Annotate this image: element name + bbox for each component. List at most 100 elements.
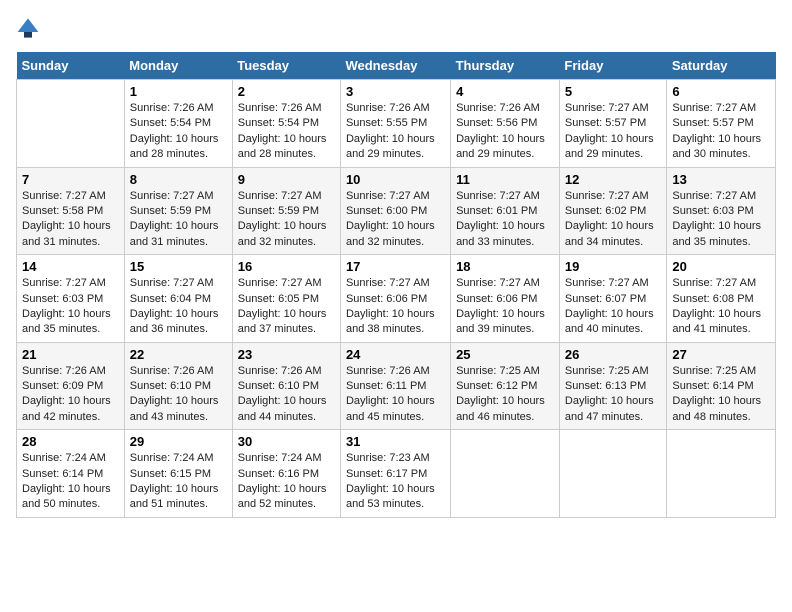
day-number: 15 [130,259,227,274]
day-info: Sunrise: 7:23 AM [346,451,445,466]
day-number: 3 [346,84,445,99]
day-number: 18 [456,259,554,274]
day-number: 28 [22,434,119,449]
day-info: Sunrise: 7:26 AM [238,364,335,379]
day-info: Sunset: 6:02 PM [565,204,661,219]
day-info: Sunrise: 7:27 AM [346,189,445,204]
day-info: Sunrise: 7:27 AM [346,276,445,291]
calendar-cell: 7Sunrise: 7:27 AMSunset: 5:58 PMDaylight… [17,167,125,255]
day-info: Sunset: 5:59 PM [130,204,227,219]
day-info: Sunset: 6:17 PM [346,467,445,482]
day-number: 21 [22,347,119,362]
day-info: Sunrise: 7:27 AM [565,189,661,204]
day-number: 19 [565,259,661,274]
calendar-week-row: 14Sunrise: 7:27 AMSunset: 6:03 PMDayligh… [17,255,776,343]
weekday-header-monday: Monday [124,52,232,80]
day-info: Sunrise: 7:24 AM [22,451,119,466]
calendar-cell: 10Sunrise: 7:27 AMSunset: 6:00 PMDayligh… [340,167,450,255]
calendar-cell: 27Sunrise: 7:25 AMSunset: 6:14 PMDayligh… [667,342,776,430]
calendar-cell: 14Sunrise: 7:27 AMSunset: 6:03 PMDayligh… [17,255,125,343]
day-info: Daylight: 10 hours and 32 minutes. [238,219,335,250]
day-info: Sunset: 6:14 PM [672,379,770,394]
day-info: Daylight: 10 hours and 29 minutes. [565,132,661,163]
day-info: Sunset: 6:16 PM [238,467,335,482]
day-info: Daylight: 10 hours and 28 minutes. [238,132,335,163]
day-number: 6 [672,84,770,99]
day-info: Sunrise: 7:27 AM [672,276,770,291]
day-info: Sunset: 5:57 PM [672,116,770,131]
page-header [16,16,776,40]
day-info: Sunset: 5:57 PM [565,116,661,131]
day-info: Sunrise: 7:27 AM [238,189,335,204]
day-info: Sunset: 5:59 PM [238,204,335,219]
day-info: Daylight: 10 hours and 32 minutes. [346,219,445,250]
day-info: Daylight: 10 hours and 43 minutes. [130,394,227,425]
day-info: Daylight: 10 hours and 40 minutes. [565,307,661,338]
calendar-cell: 15Sunrise: 7:27 AMSunset: 6:04 PMDayligh… [124,255,232,343]
day-info: Sunset: 6:10 PM [238,379,335,394]
calendar-cell: 18Sunrise: 7:27 AMSunset: 6:06 PMDayligh… [451,255,560,343]
day-info: Sunrise: 7:24 AM [238,451,335,466]
day-info: Sunset: 6:07 PM [565,292,661,307]
day-number: 4 [456,84,554,99]
calendar-cell: 21Sunrise: 7:26 AMSunset: 6:09 PMDayligh… [17,342,125,430]
weekday-header-tuesday: Tuesday [232,52,340,80]
calendar-cell: 4Sunrise: 7:26 AMSunset: 5:56 PMDaylight… [451,80,560,168]
day-info: Daylight: 10 hours and 35 minutes. [672,219,770,250]
day-info: Daylight: 10 hours and 50 minutes. [22,482,119,513]
day-info: Daylight: 10 hours and 31 minutes. [22,219,119,250]
day-info: Sunset: 6:11 PM [346,379,445,394]
day-info: Sunrise: 7:27 AM [22,189,119,204]
day-info: Sunset: 6:00 PM [346,204,445,219]
day-info: Sunset: 6:14 PM [22,467,119,482]
day-info: Sunset: 5:54 PM [238,116,335,131]
day-info: Daylight: 10 hours and 46 minutes. [456,394,554,425]
logo-icon [16,16,40,40]
day-number: 13 [672,172,770,187]
calendar-cell: 9 Sunrise: 7:27 AMSunset: 5:59 PMDaylight… [232,167,340,255]
day-info: Sunrise: 7:27 AM [456,189,554,204]
weekday-header-friday: Friday [559,52,666,80]
day-number: 23 [238,347,335,362]
day-info: Daylight: 10 hours and 39 minutes. [456,307,554,338]
day-info: Sunrise: 7:26 AM [130,364,227,379]
day-number: 2 [238,84,335,99]
day-info: Sunrise: 7:25 AM [456,364,554,379]
day-number: 31 [346,434,445,449]
day-info: Daylight: 10 hours and 44 minutes. [238,394,335,425]
day-info: Sunrise: 7:26 AM [346,101,445,116]
day-number: 25 [456,347,554,362]
day-info: Sunrise: 7:27 AM [456,276,554,291]
day-info: Daylight: 10 hours and 28 minutes. [130,132,227,163]
day-info: Daylight: 10 hours and 48 minutes. [672,394,770,425]
day-info: Sunrise: 7:27 AM [130,189,227,204]
calendar-cell: 29Sunrise: 7:24 AMSunset: 6:15 PMDayligh… [124,430,232,518]
calendar-cell: 2Sunrise: 7:26 AMSunset: 5:54 PMDaylight… [232,80,340,168]
calendar-table: SundayMondayTuesdayWednesdayThursdayFrid… [16,52,776,518]
calendar-cell: 19Sunrise: 7:27 AMSunset: 6:07 PMDayligh… [559,255,666,343]
calendar-cell: 8Sunrise: 7:27 AMSunset: 5:59 PMDaylight… [124,167,232,255]
day-info: Sunset: 6:13 PM [565,379,661,394]
calendar-week-row: 21 Sunrise: 7:26 AM Sunset: 6:09 PM Dayligh… [17,342,776,430]
day-info: Daylight: 10 hours and 52 minutes. [238,482,335,513]
day-info: Sunset: 6:09 PM [22,379,119,394]
day-number: 9 [238,172,335,187]
day-info: Sunrise: 7:27 AM [22,276,119,291]
day-info: Daylight: 10 hours and 31 minutes. [130,219,227,250]
weekday-header-row: SundayMondayTuesdayWednesdayThursdayFrid… [17,52,776,80]
day-info: Sunset: 6:01 PM [456,204,554,219]
day-info: Daylight: 10 hours and 53 minutes. [346,482,445,513]
calendar-cell: 17Sunrise: 7:27 AMSunset: 6:06 PMDayligh… [340,255,450,343]
day-info: Sunrise: 7:25 AM [565,364,661,379]
day-info: Sunset: 6:04 PM [130,292,227,307]
calendar-cell: 1Sunrise: 7:26 AMSunset: 5:54 PMDaylight… [124,80,232,168]
day-number: 16 [238,259,335,274]
calendar-cell: 28 Sunrise: 7:24 AMSunset: 6:14 PMDayligh… [17,430,125,518]
day-info: Sunset: 5:54 PM [130,116,227,131]
day-info: Sunrise: 7:25 AM [672,364,770,379]
day-info: Sunset: 6:03 PM [22,292,119,307]
day-info: Sunrise: 7:26 AM [130,101,227,116]
calendar-week-row: 1Sunrise: 7:26 AMSunset: 5:54 PMDaylight… [17,80,776,168]
day-info: Sunrise: 7:26 AM [346,364,445,379]
calendar-cell: 25Sunrise: 7:25 AMSunset: 6:12 PMDayligh… [451,342,560,430]
